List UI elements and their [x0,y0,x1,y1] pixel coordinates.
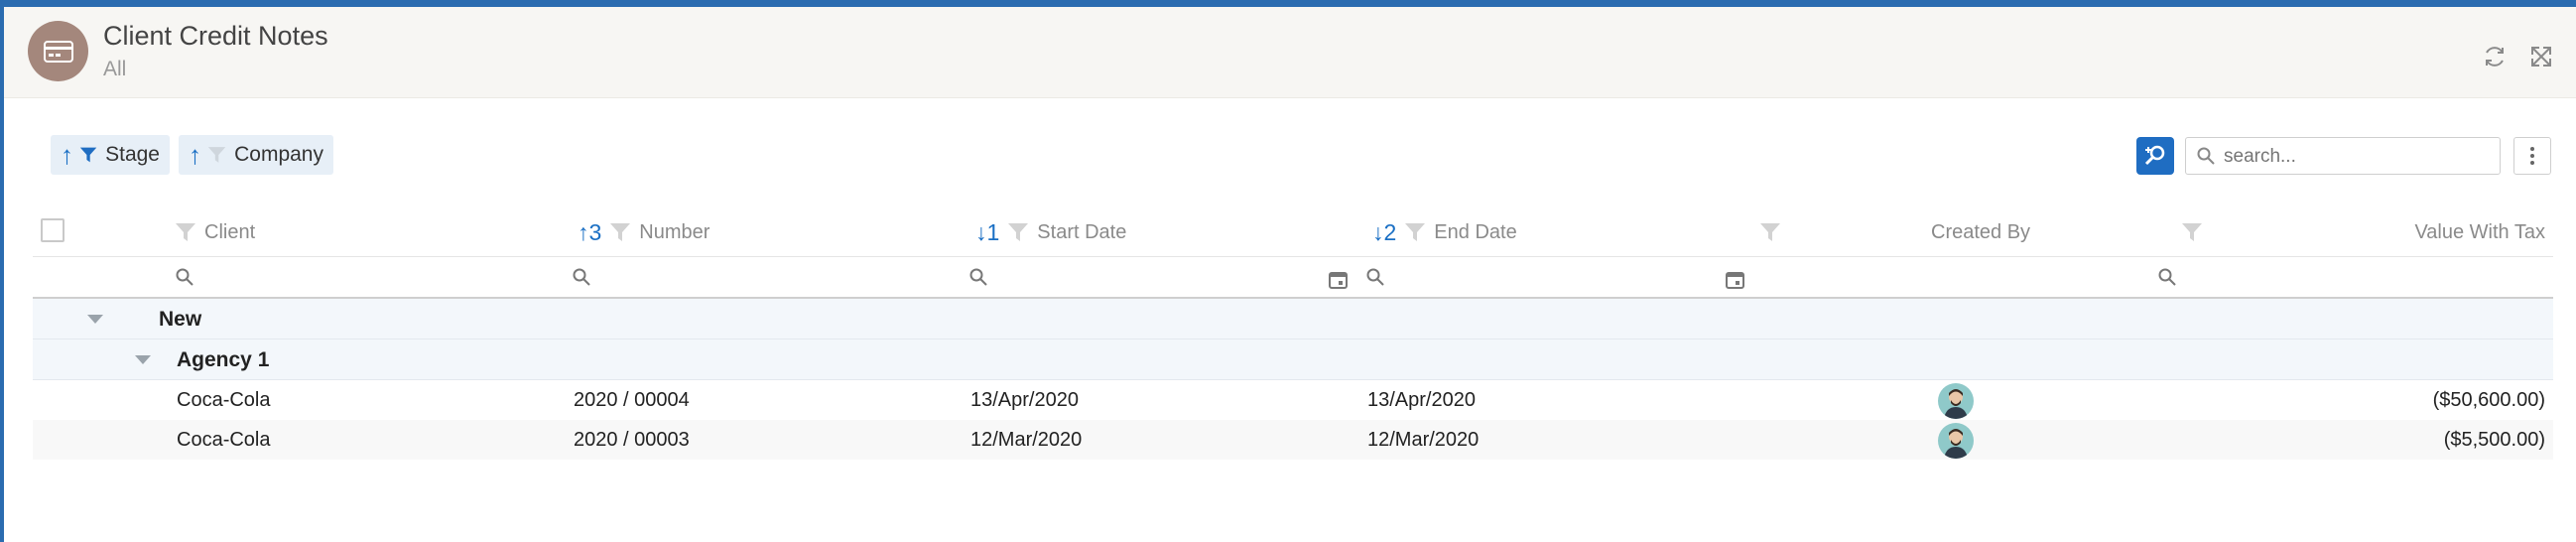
filter-icon [1759,221,1781,243]
cell-end-date: 12/Mar/2020 [1367,429,1480,451]
filter-button-created-by[interactable] [1759,218,1789,246]
search-input[interactable] [2222,138,2494,176]
filter-row [33,257,2553,299]
cell-start-date: 12/Mar/2020 [970,429,1083,451]
filter-icon [175,221,196,243]
column-header-end-date[interactable]: ↓2 End Date [1372,218,1517,246]
table-row[interactable]: Coca-Cola 2020 / 00004 13/Apr/2020 13/Ap… [33,380,2553,420]
fullscreen-button[interactable] [2524,40,2558,73]
column-label: Start Date [1037,220,1127,243]
more-options-button[interactable] [2513,137,2551,175]
group-row-stage[interactable]: New [33,299,2553,339]
column-label: End Date [1434,220,1517,243]
collapse-triangle-icon[interactable] [87,315,103,324]
refresh-button[interactable] [2478,40,2512,73]
sort-ascending-icon: ↑ [61,139,73,170]
calendar-icon[interactable] [1726,270,1744,289]
column-header-value-with-tax[interactable]: Value With Tax [2414,218,2545,246]
filter-icon [609,221,631,243]
search-icon[interactable] [2158,268,2176,286]
cell-value-with-tax: ($5,500.00) [2443,429,2545,451]
search-settings-icon [2144,145,2165,166]
filter-icon [1404,221,1426,243]
sort-indicator: ↑3 [578,218,602,245]
group-chip-label: Stage [105,143,160,166]
avatar [1938,383,1974,419]
filter-icon [1007,221,1029,243]
column-label: Number [639,220,710,243]
page-title: Client Credit Notes [103,21,328,51]
calendar-icon[interactable] [1329,270,1348,289]
group-chip-company[interactable]: ↑ Company [179,135,333,175]
cell-number: 2020 / 00004 [574,389,690,411]
select-all-checkbox[interactable] [41,218,64,242]
filter-icon [79,147,97,163]
group-row-company[interactable]: Agency 1 [33,339,2553,380]
top-accent-bar [0,0,2576,7]
cell-client: Coca-Cola [177,429,271,451]
collapse-triangle-icon[interactable] [135,355,151,364]
column-header-number[interactable]: ↑3 Number [578,218,709,246]
filter-icon [2181,221,2203,243]
group-label: Agency 1 [177,348,270,371]
page-header: Client Credit Notes All [4,7,2576,98]
cell-value-with-tax: ($50,600.00) [2432,389,2545,411]
cell-number: 2020 / 00003 [574,429,690,451]
avatar [1938,423,1974,459]
expand-icon [2531,47,2551,67]
table-row[interactable]: Coca-Cola 2020 / 00003 12/Mar/2020 12/Ma… [33,420,2553,460]
advanced-search-button[interactable] [2136,137,2174,175]
sort-ascending-icon: ↑ [189,139,201,170]
search-field[interactable] [2185,137,2501,176]
group-chip-label: Company [234,143,323,166]
search-icon[interactable] [1366,268,1384,286]
sort-indicator: ↓1 [975,218,1000,245]
grid-header-row: Client ↑3 Number ↓1 Start Date ↓2 End Da… [33,206,2553,257]
column-header-client[interactable]: Client [175,218,255,246]
cell-client: Coca-Cola [177,389,271,411]
column-header-start-date[interactable]: ↓1 Start Date [975,218,1126,246]
page-subtitle: All [103,58,127,80]
search-icon [2197,147,2215,165]
group-label: New [159,308,202,331]
cell-start-date: 13/Apr/2020 [970,389,1079,411]
refresh-icon [2486,47,2504,67]
filter-icon [207,147,226,163]
filter-button-value[interactable] [2181,218,2211,246]
group-chip-stage[interactable]: ↑ Stage [51,135,170,175]
sort-indicator: ↓2 [1372,218,1397,245]
column-label: Client [204,220,256,243]
search-icon[interactable] [176,268,193,286]
column-label: Created By [1931,220,2031,243]
column-label: Value With Tax [2414,220,2545,243]
search-icon[interactable] [573,268,590,286]
cell-end-date: 13/Apr/2020 [1367,389,1476,411]
credit-card-icon [28,21,88,81]
column-header-created-by[interactable]: Created By [1931,218,2030,246]
search-icon[interactable] [969,268,987,286]
more-vertical-icon [2530,147,2534,165]
